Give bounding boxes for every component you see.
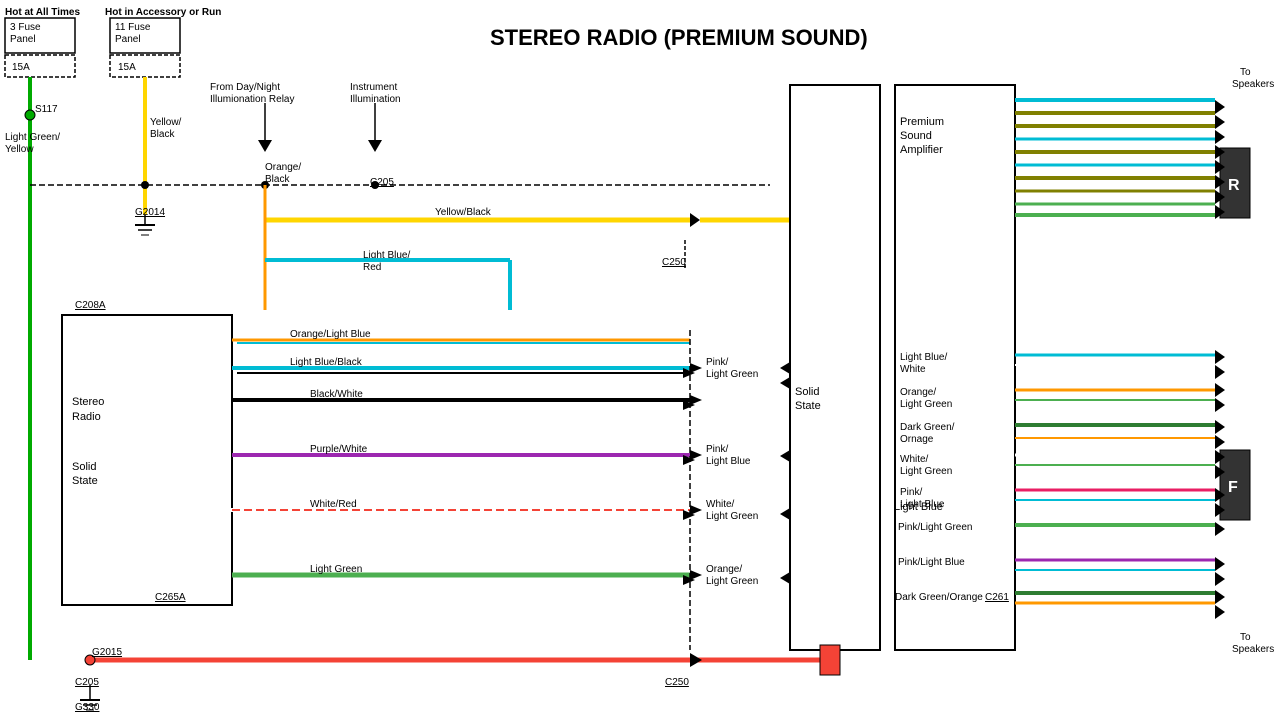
svg-text:Orange/: Orange/ — [706, 564, 742, 575]
svg-text:Light Green: Light Green — [706, 511, 758, 522]
svg-text:Light Blue: Light Blue — [894, 501, 943, 513]
svg-text:C250: C250 — [665, 677, 689, 688]
svg-text:Orange/: Orange/ — [900, 387, 936, 398]
svg-text:White/: White/ — [900, 454, 929, 465]
svg-text:Light Green: Light Green — [900, 399, 952, 410]
svg-text:Orange/: Orange/ — [265, 162, 301, 173]
svg-text:Pink/Light Green: Pink/Light Green — [898, 522, 973, 533]
svg-text:Red: Red — [363, 262, 381, 273]
svg-text:C250: C250 — [662, 257, 686, 268]
svg-text:Hot in Accessory or Run: Hot in Accessory or Run — [105, 7, 221, 18]
svg-text:Panel: Panel — [10, 34, 36, 45]
svg-text:Orange/Light Blue: Orange/Light Blue — [290, 329, 371, 340]
svg-text:Yellow/: Yellow/ — [150, 117, 182, 128]
svg-text:Light Green: Light Green — [310, 564, 362, 575]
svg-text:Pink/: Pink/ — [900, 487, 922, 498]
svg-text:Hot at All Times: Hot at All Times — [5, 7, 80, 18]
svg-text:C265A: C265A — [155, 592, 186, 603]
svg-text:C205: C205 — [75, 677, 99, 688]
svg-text:S117: S117 — [35, 104, 58, 115]
svg-text:Light Blue/: Light Blue/ — [900, 352, 947, 363]
svg-text:Solid: Solid — [795, 386, 819, 398]
svg-text:Yellow/Black: Yellow/Black — [435, 207, 492, 218]
svg-text:From Day/Night: From Day/Night — [210, 82, 280, 93]
svg-text:Light Blue: Light Blue — [706, 456, 751, 467]
svg-text:Stereo: Stereo — [72, 396, 104, 408]
svg-text:G2015: G2015 — [92, 647, 122, 658]
svg-text:White/Red: White/Red — [310, 499, 357, 510]
svg-text:G330: G330 — [75, 702, 100, 713]
svg-text:Pink/: Pink/ — [706, 357, 728, 368]
svg-text:Sound: Sound — [900, 130, 932, 142]
svg-text:Pink/Light Blue: Pink/Light Blue — [898, 557, 965, 568]
svg-text:White/: White/ — [706, 499, 735, 510]
svg-text:Illumionation Relay: Illumionation Relay — [210, 94, 295, 105]
svg-text:11 Fuse: 11 Fuse — [115, 22, 151, 33]
svg-text:Instrument: Instrument — [350, 82, 397, 93]
svg-text:Purple/White: Purple/White — [310, 444, 368, 455]
svg-text:To: To — [1240, 632, 1251, 643]
svg-text:Speakers: Speakers — [1232, 644, 1274, 655]
svg-text:State: State — [72, 475, 98, 487]
svg-text:White: White — [900, 364, 926, 375]
svg-text:Light Green/: Light Green/ — [5, 132, 60, 143]
svg-text:Light Blue/Black: Light Blue/Black — [290, 357, 363, 368]
svg-text:F: F — [1228, 479, 1238, 496]
svg-text:Premium: Premium — [900, 116, 944, 128]
svg-text:Radio: Radio — [72, 411, 101, 423]
svg-text:15A: 15A — [118, 62, 136, 73]
svg-text:C208A: C208A — [75, 300, 106, 311]
svg-text:Amplifier: Amplifier — [900, 144, 943, 156]
svg-text:Yellow: Yellow — [5, 144, 34, 155]
svg-text:Light Green: Light Green — [900, 466, 952, 477]
svg-text:R: R — [1228, 177, 1240, 194]
wiring-diagram: STEREO RADIO (PREMIUM SOUND) STEREO RADI… — [0, 0, 1280, 720]
svg-text:To: To — [1240, 67, 1251, 78]
svg-text:Pink/: Pink/ — [706, 444, 728, 455]
svg-text:Speakers: Speakers — [1232, 79, 1274, 90]
svg-text:Panel: Panel — [115, 34, 141, 45]
svg-text:Black: Black — [265, 174, 290, 185]
svg-text:Ornage: Ornage — [900, 434, 934, 445]
svg-text:Light Green: Light Green — [706, 369, 758, 380]
svg-text:State: State — [795, 400, 821, 412]
svg-text:Black: Black — [150, 129, 175, 140]
svg-text:STEREO RADIO (PREMIUM SOUND): STEREO RADIO (PREMIUM SOUND) — [490, 25, 868, 50]
svg-text:Light Green: Light Green — [706, 576, 758, 587]
svg-text:Solid: Solid — [72, 461, 96, 473]
svg-text:G2014: G2014 — [135, 207, 165, 218]
svg-text:Black/White: Black/White — [310, 389, 363, 400]
svg-text:3 Fuse: 3 Fuse — [10, 22, 41, 33]
svg-text:C261: C261 — [985, 592, 1009, 603]
svg-text:15A: 15A — [12, 62, 30, 73]
svg-text:Dark Green/Orange: Dark Green/Orange — [895, 592, 983, 603]
svg-text:Dark Green/: Dark Green/ — [900, 422, 955, 433]
